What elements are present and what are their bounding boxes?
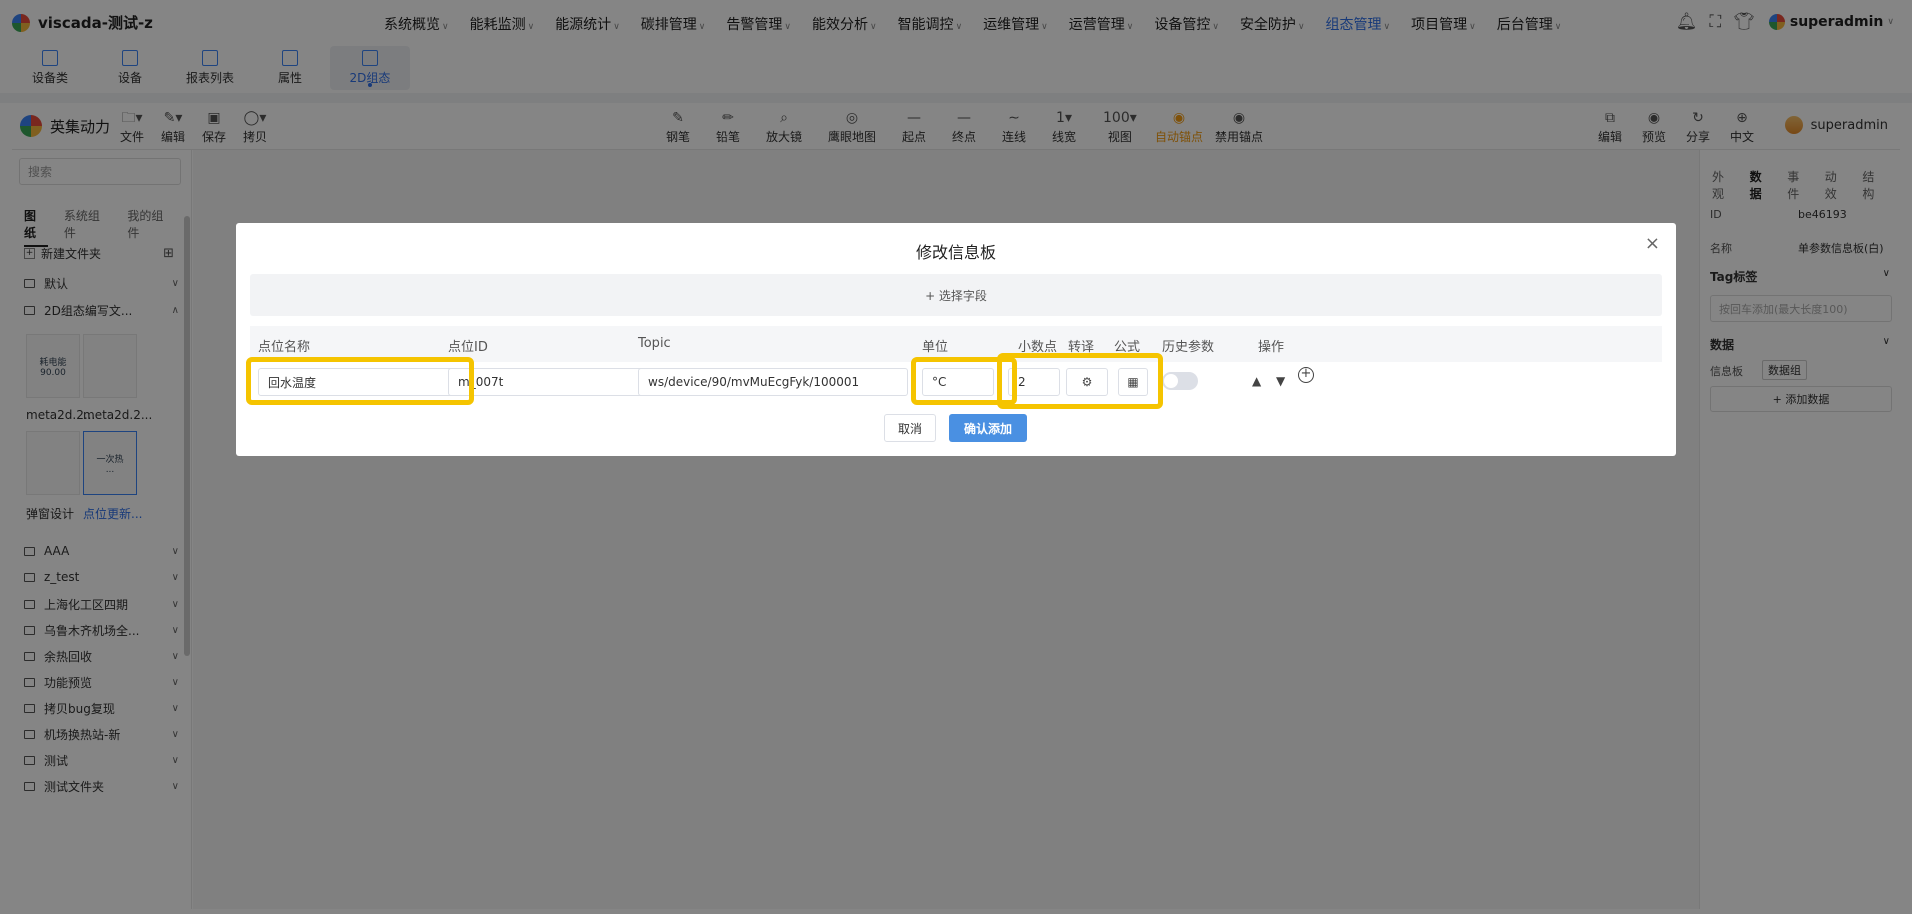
- arrow-down-icon[interactable]: ▼: [1276, 374, 1285, 388]
- topic-input[interactable]: ws/device/90/mvMuEcgFyk/100001: [638, 368, 908, 396]
- calculator-icon: ▦: [1127, 375, 1139, 389]
- select-field-button[interactable]: + 选择字段: [250, 274, 1662, 316]
- dialog-title: 修改信息板: [915, 243, 996, 262]
- point-id-input[interactable]: m_007t: [448, 368, 660, 396]
- arrow-up-icon[interactable]: ▲: [1252, 374, 1261, 388]
- cancel-button[interactable]: 取消: [884, 414, 936, 442]
- col-topic: Topic: [638, 336, 671, 351]
- translate-button[interactable]: ⚙: [1066, 368, 1108, 396]
- col-decimal: 小数点: [1018, 340, 1058, 355]
- field-table-header: 点位名称 点位ID Topic 单位 小数点 转译 公式 历史参数 操作: [250, 326, 1662, 362]
- decimal-input[interactable]: 2: [1008, 368, 1060, 396]
- col-formula: 公式: [1114, 340, 1141, 355]
- col-point-id: 点位ID: [448, 340, 488, 355]
- col-point-name: 点位名称: [258, 340, 311, 355]
- formula-button[interactable]: ▦: [1118, 368, 1148, 396]
- unit-input[interactable]: °C: [922, 368, 994, 396]
- col-history: 历史参数: [1162, 340, 1215, 355]
- history-param-toggle[interactable]: [1162, 372, 1198, 390]
- col-translate: 转译: [1068, 340, 1095, 355]
- close-icon[interactable]: ×: [1645, 233, 1660, 254]
- col-unit: 单位: [922, 340, 949, 355]
- point-name-input[interactable]: 回水温度: [258, 368, 466, 396]
- edit-info-board-dialog: 修改信息板 × + 选择字段 点位名称 点位ID Topic 单位 小数点 转译…: [236, 223, 1676, 456]
- modal-mask[interactable]: [0, 0, 1912, 914]
- confirm-add-button[interactable]: 确认添加: [949, 414, 1027, 442]
- col-operations: 操作: [1258, 340, 1285, 355]
- plus-circle-icon[interactable]: +: [1298, 367, 1314, 383]
- gear-icon: ⚙: [1081, 375, 1093, 389]
